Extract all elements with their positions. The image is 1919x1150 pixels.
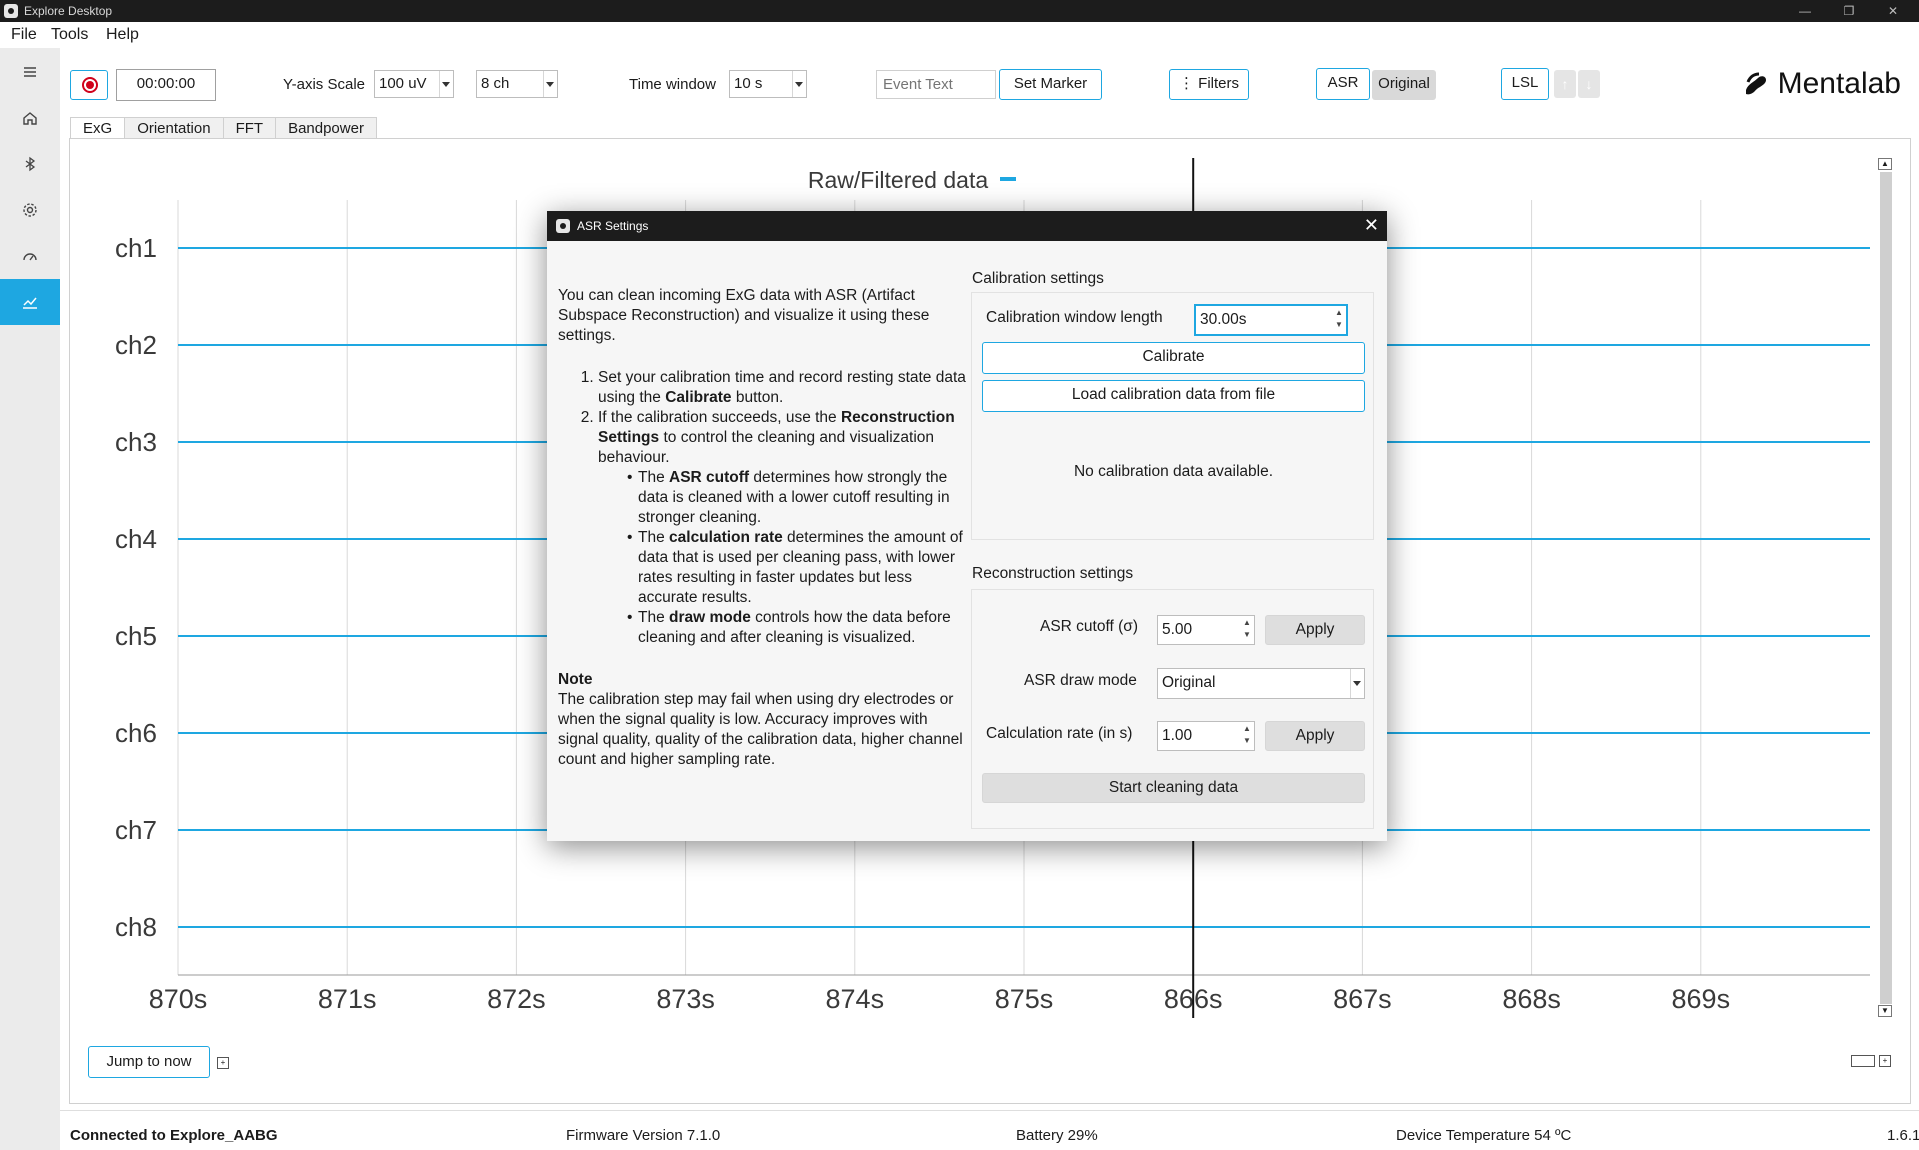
- x-tick-label: 868s: [1502, 984, 1561, 1014]
- calib-window-input[interactable]: 30.00s ▲ ▼: [1194, 304, 1348, 336]
- x-tick-label: 871s: [318, 984, 377, 1014]
- channel-label: ch3: [115, 427, 157, 457]
- channel-label: ch6: [115, 718, 157, 748]
- vertical-scrollbar[interactable]: [1880, 172, 1892, 1004]
- asr-settings-dialog: ASR Settings ✕ You can clean incoming Ex…: [547, 211, 1387, 841]
- channel-label: ch5: [115, 621, 157, 651]
- detail-draw-mode: The draw mode controls how the data befo…: [627, 608, 968, 648]
- battery-status: Battery 29%: [1016, 1127, 1098, 1144]
- step-text: button.: [731, 389, 784, 406]
- spin-down-icon[interactable]: ▼: [1242, 630, 1252, 640]
- step-text: If the calibration succeeds, use the: [598, 409, 841, 426]
- asr-cutoff-input[interactable]: 5.00 ▲ ▼: [1157, 615, 1255, 645]
- app-version: 1.6.1: [1887, 1127, 1919, 1144]
- spin-up-icon[interactable]: ▲: [1242, 724, 1252, 734]
- draw-mode-select[interactable]: Original: [1157, 668, 1365, 699]
- calib-window-value: 30.00s: [1200, 311, 1247, 328]
- note-heading: Note: [558, 671, 593, 688]
- asr-cutoff-value: 5.00: [1162, 621, 1193, 638]
- intro-text: You can clean incoming ExG data with ASR…: [558, 287, 930, 344]
- legend-swatch: [1000, 177, 1016, 181]
- help-text: You can clean incoming ExG data with ASR…: [558, 286, 968, 770]
- channel-label: ch4: [115, 524, 157, 554]
- spin-down-icon[interactable]: ▼: [1242, 736, 1252, 746]
- jump-to-now-button[interactable]: Jump to now: [88, 1046, 210, 1078]
- expand-control[interactable]: +: [217, 1057, 229, 1069]
- scroll-up-button[interactable]: ▲: [1878, 158, 1892, 170]
- plot-title: Raw/Filtered data: [808, 167, 988, 193]
- dialog-titlebar: ASR Settings ✕: [547, 211, 1387, 241]
- channel-label: ch8: [115, 912, 157, 942]
- start-cleaning-button[interactable]: Start cleaning data: [982, 773, 1365, 803]
- slider-end-control[interactable]: +: [1879, 1055, 1891, 1067]
- app-icon: [556, 219, 570, 233]
- reconstruction-settings-heading: Reconstruction settings: [972, 565, 1134, 582]
- spin-down-icon[interactable]: ▼: [1334, 320, 1344, 330]
- x-tick-label: 869s: [1672, 984, 1731, 1014]
- spin-up-icon[interactable]: ▲: [1242, 618, 1252, 628]
- scroll-down-button[interactable]: ▼: [1878, 1005, 1892, 1017]
- dialog-title: ASR Settings: [577, 219, 649, 233]
- close-icon[interactable]: ✕: [1364, 215, 1379, 235]
- detail-text: The: [638, 609, 670, 626]
- x-tick-label: 875s: [995, 984, 1054, 1014]
- calculation-rate-value: 1.00: [1162, 727, 1193, 744]
- draw-mode-label: ASR draw mode: [1024, 672, 1137, 689]
- spin-up-icon[interactable]: ▲: [1334, 308, 1344, 318]
- load-calibration-button[interactable]: Load calibration data from file: [982, 380, 1365, 412]
- channel-label: ch1: [115, 233, 157, 263]
- horizontal-slider[interactable]: [1851, 1055, 1875, 1067]
- detail-list: The ASR cutoff determines how strongly t…: [598, 468, 968, 648]
- note-text: The calibration step may fail when using…: [558, 691, 963, 768]
- step-bold: Calibrate: [665, 389, 732, 406]
- detail-bold: draw mode: [669, 609, 751, 626]
- calibrate-button[interactable]: Calibrate: [982, 342, 1365, 374]
- status-bar: Connected to Explore_AABG Firmware Versi…: [60, 1110, 1919, 1150]
- firmware-version: Firmware Version 7.1.0: [566, 1127, 721, 1144]
- x-tick-label: 874s: [826, 984, 885, 1014]
- connection-status: Connected to Explore_AABG: [70, 1127, 278, 1144]
- channel-label: ch2: [115, 330, 157, 360]
- instruction-step-2: If the calibration succeeds, use the Rec…: [598, 408, 968, 648]
- instruction-list: Set your calibration time and record res…: [558, 368, 968, 648]
- apply-cutoff-button[interactable]: Apply: [1265, 615, 1365, 645]
- calibration-settings-heading: Calibration settings: [972, 270, 1104, 287]
- x-tick-label: 867s: [1333, 984, 1392, 1014]
- instruction-step-1: Set your calibration time and record res…: [598, 368, 968, 408]
- x-tick-label: 872s: [487, 984, 546, 1014]
- detail-text: The: [638, 529, 670, 546]
- x-tick-label: 870s: [149, 984, 208, 1014]
- detail-calculation-rate: The calculation rate determines the amou…: [627, 528, 968, 608]
- channel-label: ch7: [115, 815, 157, 845]
- device-temperature: Device Temperature 54 ºC: [1396, 1127, 1572, 1144]
- x-tick-label: 873s: [656, 984, 715, 1014]
- calibration-status: No calibration data available.: [1073, 463, 1274, 480]
- detail-bold: calculation rate: [669, 529, 783, 546]
- apply-rate-button[interactable]: Apply: [1265, 721, 1365, 751]
- asr-cutoff-label: ASR cutoff (σ): [1040, 618, 1139, 635]
- chevron-down-icon: [1353, 681, 1361, 686]
- calib-window-label: Calibration window length: [986, 309, 1163, 326]
- draw-mode-value: Original: [1162, 674, 1216, 691]
- calculation-rate-label: Calculation rate (in s): [986, 725, 1133, 742]
- calculation-rate-input[interactable]: 1.00 ▲ ▼: [1157, 721, 1255, 751]
